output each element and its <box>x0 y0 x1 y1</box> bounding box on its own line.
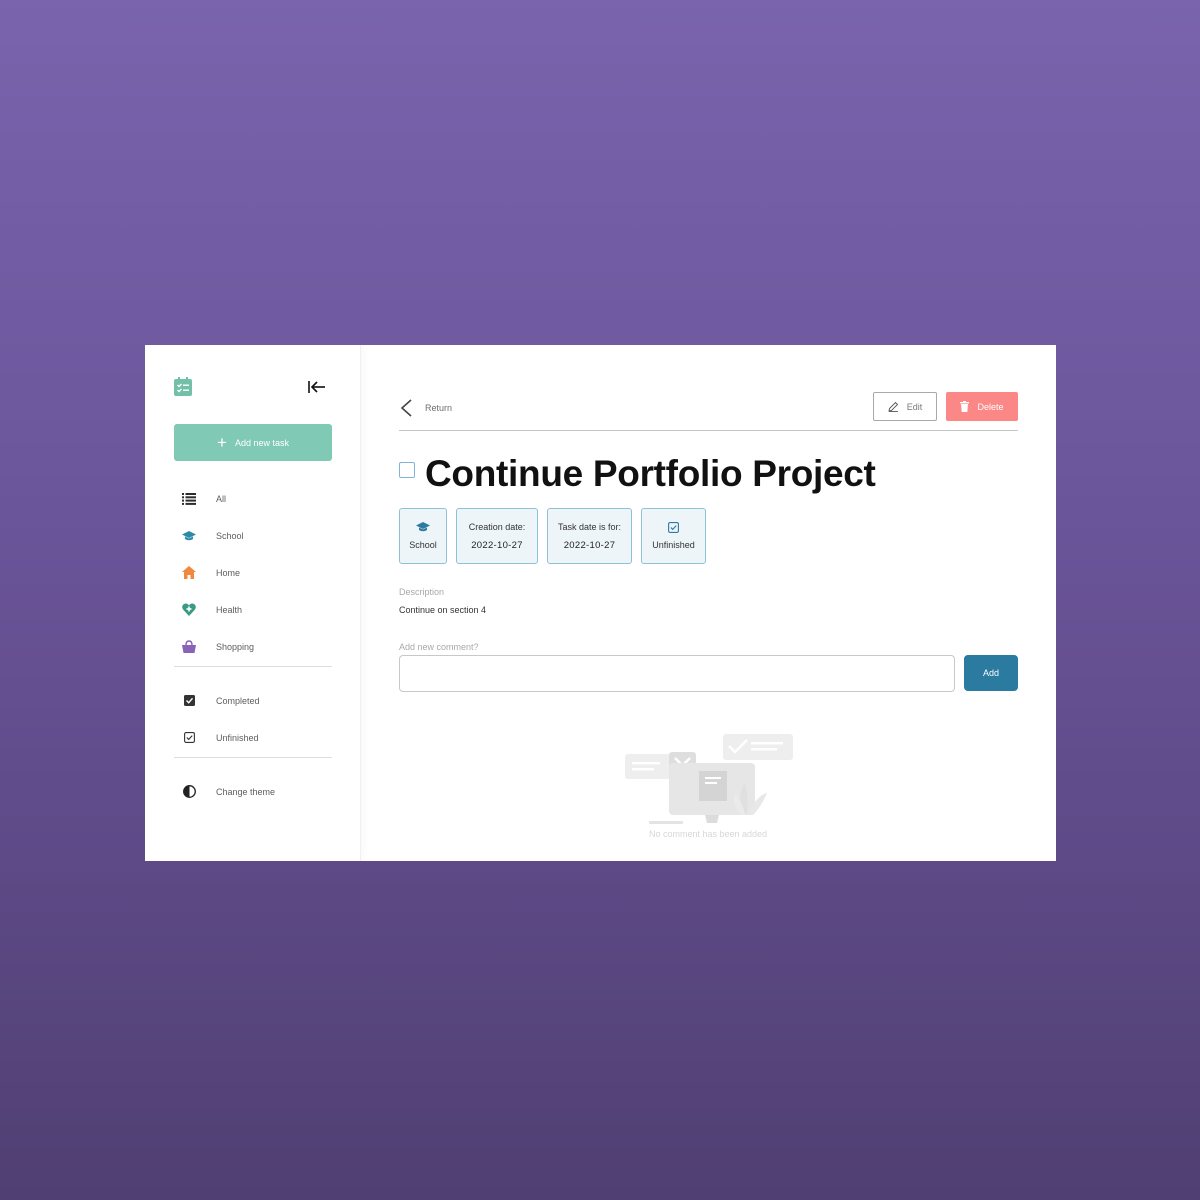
sidebar-item-home[interactable]: Home <box>174 554 332 591</box>
task-title-row: Continue Portfolio Project <box>399 453 876 495</box>
basket-icon <box>174 640 204 653</box>
graduation-cap-icon <box>174 530 204 541</box>
sidebar-item-label: Home <box>216 567 241 578</box>
task-complete-checkbox[interactable] <box>399 462 415 478</box>
comment-label: Add new comment? <box>399 642 479 652</box>
graduation-cap-icon <box>416 522 430 532</box>
return-button[interactable]: Return <box>399 398 452 418</box>
add-comment-button[interactable]: Add <box>964 655 1018 691</box>
sidebar-item-label: School <box>216 530 244 541</box>
sidebar-item-all[interactable]: All <box>174 480 332 517</box>
sidebar: + Add new task All School Home Health Sh… <box>145 345 361 861</box>
contrast-icon <box>174 785 204 798</box>
unchecked-box-icon <box>668 522 679 533</box>
sidebar-item-unfinished[interactable]: Unfinished <box>174 719 332 756</box>
description-text: Continue on section 4 <box>399 605 487 615</box>
creation-date-value: 2022-10-27 <box>471 539 523 551</box>
creation-date-label: Creation date: <box>468 521 526 532</box>
category-chip: School <box>399 508 447 564</box>
sidebar-divider <box>174 666 332 667</box>
no-comments-illustration <box>625 734 793 824</box>
due-date-value: 2022-10-27 <box>563 539 616 551</box>
empty-comments-text: No comment has been added <box>648 829 768 839</box>
sidebar-item-label: Completed <box>216 695 260 706</box>
trash-icon <box>960 401 970 412</box>
edit-button[interactable]: Edit <box>873 392 937 421</box>
sidebar-item-shopping[interactable]: Shopping <box>174 628 332 665</box>
change-theme-label: Change theme <box>216 786 276 797</box>
chevron-left-icon <box>400 399 412 417</box>
sidebar-item-school[interactable]: School <box>174 517 332 554</box>
sidebar-nav: All School Home Health Shopping Complete… <box>174 480 332 810</box>
app-window: + Add new task All School Home Health Sh… <box>145 345 1056 861</box>
description-label: Description <box>399 587 445 597</box>
task-toolbar: Return Edit Delete <box>399 391 1018 431</box>
category-label: School <box>409 540 437 550</box>
comment-input[interactable] <box>399 655 955 692</box>
sidebar-item-label: All <box>216 493 227 504</box>
collapse-sidebar-icon[interactable] <box>307 379 327 395</box>
delete-label: Delete <box>977 401 1004 412</box>
sidebar-divider <box>174 757 332 758</box>
status-label: Unfinished <box>652 540 695 550</box>
due-date-label: Task date is for: <box>557 521 622 532</box>
sidebar-item-label: Unfinished <box>216 732 259 743</box>
heart-plus-icon <box>174 603 204 616</box>
creation-date-chip: Creation date: 2022-10-27 <box>456 508 538 564</box>
sidebar-item-label: Health <box>216 604 243 615</box>
house-icon <box>174 566 204 579</box>
due-date-chip: Task date is for: 2022-10-27 <box>547 508 632 564</box>
edit-label: Edit <box>906 401 923 412</box>
status-chip: Unfinished <box>641 508 706 564</box>
add-new-task-button[interactable]: + Add new task <box>174 424 332 461</box>
change-theme-button[interactable]: Change theme <box>174 773 332 810</box>
task-calendar-icon <box>174 377 192 396</box>
sidebar-item-health[interactable]: Health <box>174 591 332 628</box>
checked-box-icon <box>174 695 204 706</box>
delete-button[interactable]: Delete <box>946 392 1018 421</box>
plus-icon: + <box>217 433 227 452</box>
unchecked-box-icon <box>174 732 204 743</box>
sidebar-item-completed[interactable]: Completed <box>174 682 332 719</box>
page-title: Continue Portfolio Project <box>425 453 876 494</box>
pencil-icon <box>888 401 898 412</box>
return-label: Return <box>425 403 453 413</box>
task-detail: Return Edit Delete Continue Portfolio Pr… <box>361 345 1056 861</box>
list-icon <box>174 492 204 505</box>
add-new-task-label: Add new task <box>234 437 289 448</box>
task-meta: School Creation date: 2022-10-27 Task da… <box>399 508 715 564</box>
sidebar-item-label: Shopping <box>216 641 255 652</box>
